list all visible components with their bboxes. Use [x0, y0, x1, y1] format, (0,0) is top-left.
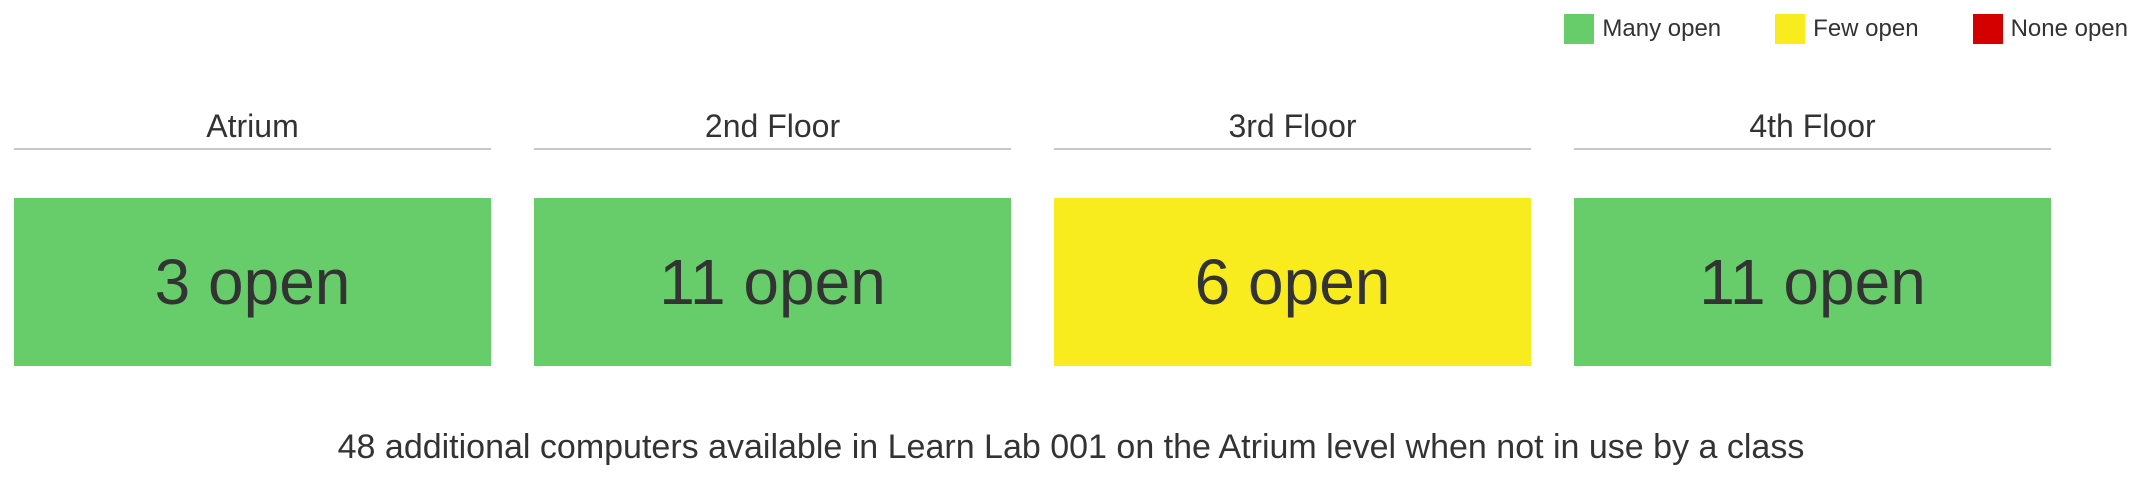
floor-status-2nd-floor: 11 open — [534, 198, 1011, 366]
floor-status-atrium: 3 open — [14, 198, 491, 366]
floor-availability-panels: Atrium 3 open 2nd Floor 11 open 3rd Floo… — [14, 108, 2051, 366]
floor-panel-2nd-floor: 2nd Floor 11 open — [534, 108, 1011, 366]
legend-swatch-many-open — [1564, 14, 1595, 44]
floor-title-atrium: Atrium — [14, 108, 491, 150]
legend-item-many-open: Many open — [1564, 14, 1721, 44]
floor-panel-3rd-floor: 3rd Floor 6 open — [1054, 108, 1531, 366]
legend-swatch-few-open — [1775, 14, 1806, 44]
legend-swatch-none-open — [1972, 14, 2003, 44]
availability-legend: Many open Few open None open — [1564, 14, 2128, 44]
floor-panel-4th-floor: 4th Floor 11 open — [1574, 108, 2051, 366]
floor-panel-atrium: Atrium 3 open — [14, 108, 491, 366]
floor-status-4th-floor: 11 open — [1574, 198, 2051, 366]
floor-title-3rd-floor: 3rd Floor — [1054, 108, 1531, 150]
floor-title-4th-floor: 4th Floor — [1574, 108, 2051, 150]
floor-status-3rd-floor: 6 open — [1054, 198, 1531, 366]
additional-computers-note: 48 additional computers available in Lea… — [337, 428, 1805, 466]
legend-item-none-open: None open — [1972, 14, 2128, 44]
floor-title-2nd-floor: 2nd Floor — [534, 108, 1011, 150]
legend-label-none-open: None open — [2010, 15, 2128, 42]
legend-label-many-open: Many open — [1602, 15, 1722, 42]
legend-item-few-open: Few open — [1775, 14, 1919, 44]
legend-label-few-open: Few open — [1813, 15, 1919, 42]
